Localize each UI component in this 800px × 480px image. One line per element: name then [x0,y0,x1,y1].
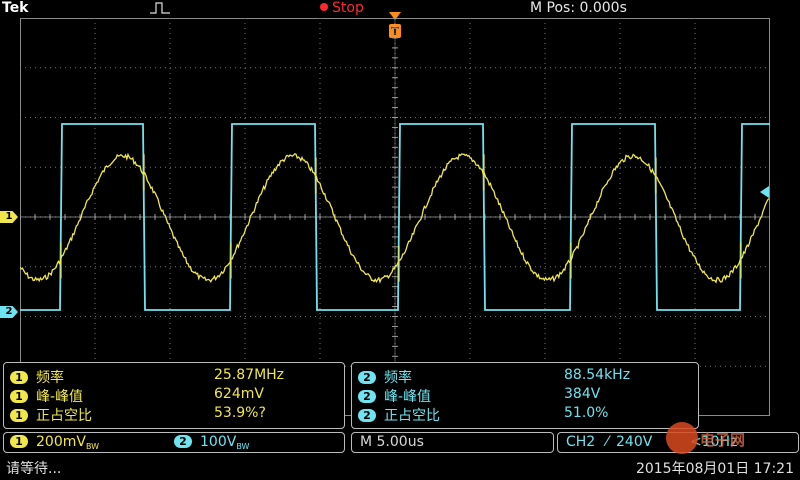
horizontal-position-readout: M Pos: 0.000s [530,0,627,16]
measurement-label: 频率 [384,370,412,386]
channel-badge: 2 [174,435,192,448]
bandwidth-limit-indicator: BW [85,442,100,451]
measurement-row: 1 峰-峰值 624mV [10,386,264,405]
ch2-scale-value: 100V [200,434,237,450]
channel-badge: 2 [358,371,376,384]
vertical-scale-readout[interactable]: 1 200mVBW 2 100VBW [3,432,345,453]
measurement-value: 624mV [214,386,264,402]
acquisition-pulse-icon [150,2,170,14]
trigger-level: 240V [616,434,653,450]
channel-badge: 1 [10,371,28,384]
ch2-measurements-panel: 2 频率 88.54kHz 2 峰-峰值 384V 2 正占空比 51.0% [351,362,699,429]
measurement-row: 2 频率 88.54kHz [358,367,630,386]
run-state-indicator[interactable]: Stop [320,0,364,16]
measurement-value: 25.87MHz [214,367,285,383]
channel-badge: 1 [10,390,28,403]
measurement-value: 53.9%? [214,405,266,421]
measurement-row: 1 正占空比 53.9%? [10,405,266,424]
channel-badge: 2 [358,390,376,403]
measurement-value: 51.0% [564,405,609,421]
measurement-label: 峰-峰值 [36,389,84,405]
top-status-bar: Tek Stop M Pos: 0.000s T [0,0,800,38]
waveform-display[interactable] [20,18,770,416]
ch2-scale[interactable]: 2 100VBW [174,434,249,451]
ch1-measurements-panel: 1 频率 25.87MHz 1 峰-峰值 624mV 1 正占空比 53.9%? [3,362,345,429]
ch1-scale-value: 200mV [36,434,86,450]
measurement-label: 正占空比 [384,408,440,424]
watermark-logo-icon [666,422,698,454]
status-message: 请等待... [6,461,62,477]
ch1-ground-marker[interactable]: 1 [0,211,18,223]
measurement-row: 2 正占空比 51.0% [358,405,608,424]
trigger-level-arrow-icon[interactable] [760,186,769,198]
ch2-ground-marker[interactable]: 2 [0,306,18,318]
measurement-label: 正占空比 [36,408,92,424]
date-time: 2015年08月01日 17:21 [635,461,794,477]
measurement-label: 频率 [36,370,64,386]
channel-badge: 2 [358,409,376,422]
timebase-value: M 5.00us [360,434,424,450]
watermark-text: 电子网 [700,431,746,449]
bandwidth-limit-indicator: BW [236,442,250,451]
measurement-row: 1 频率 25.87MHz [10,367,284,386]
measurement-label: 峰-峰值 [384,389,432,405]
graticule-svg [20,18,770,416]
trigger-source: CH2 [566,434,596,450]
stop-dot-icon [320,3,328,11]
trigger-slope-icon: ⁄ [606,434,609,450]
ch1-scale[interactable]: 1 200mVBW [10,434,99,451]
measurement-row: 2 峰-峰值 384V [358,386,600,405]
bottom-status-bar: 请等待... 2015年08月01日 17:21 [0,455,800,480]
channel-badge: 1 [10,435,28,448]
measurement-value: 384V [564,386,601,402]
channel-badge: 1 [10,409,28,422]
timebase-readout[interactable]: M 5.00us [351,432,554,453]
run-state-label: Stop [332,0,364,16]
measurement-value: 88.54kHz [564,367,631,383]
brand-logo: Tek [2,0,29,16]
